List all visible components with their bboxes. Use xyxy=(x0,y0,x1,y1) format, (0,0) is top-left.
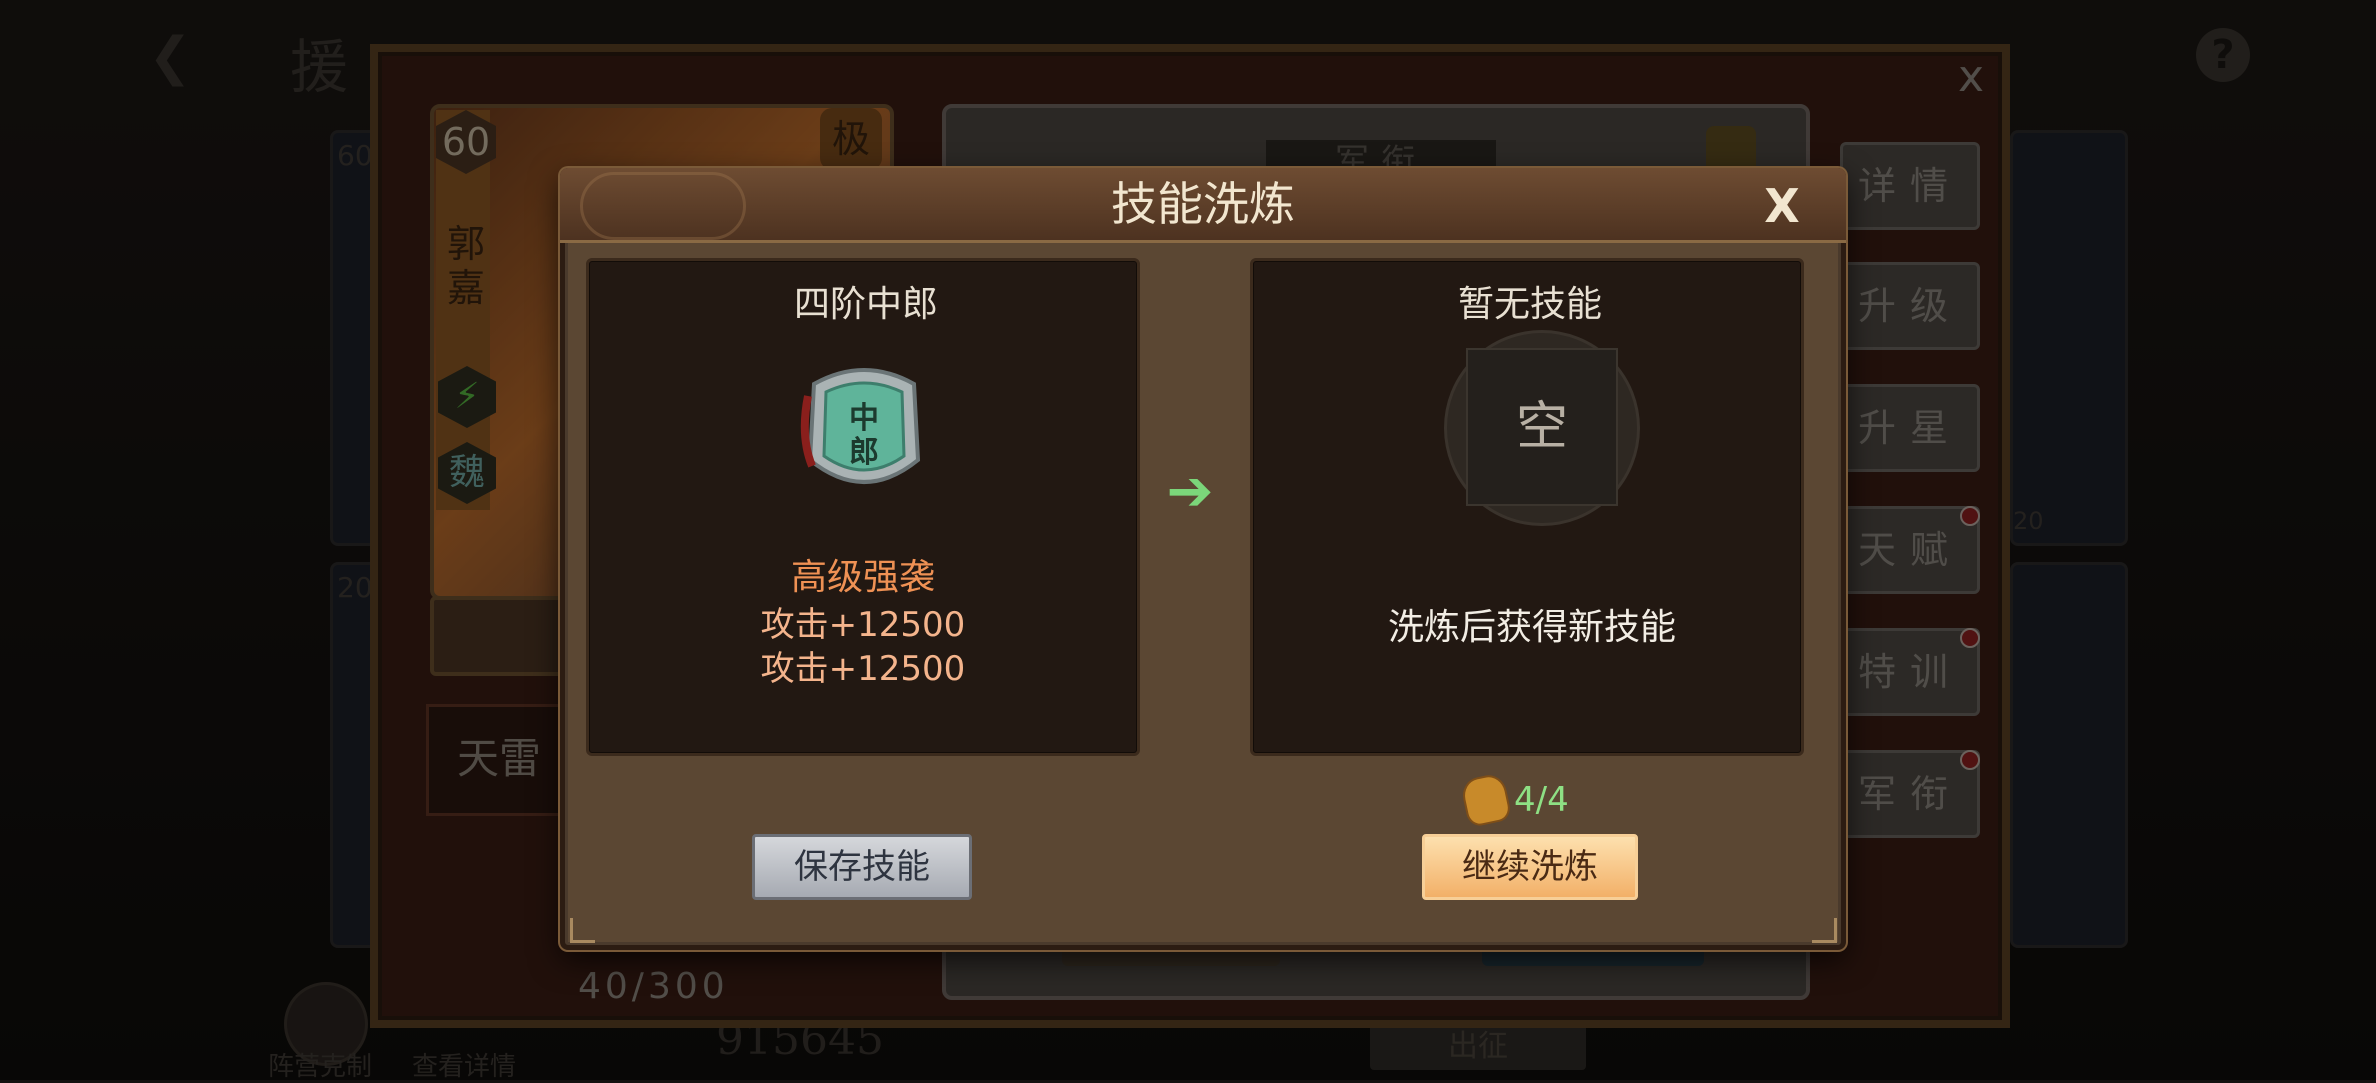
skill-attribute: 攻击+12500 xyxy=(760,605,966,645)
dialog-close-icon[interactable]: X xyxy=(1754,178,1810,234)
medal-text-top: 中 xyxy=(849,401,879,436)
medal-text-bottom: 郎 xyxy=(849,435,879,470)
current-rank-title: 四阶中郎 xyxy=(793,284,938,325)
skill-attribute: 攻击+12500 xyxy=(760,649,966,689)
continue-refine-button[interactable]: 继续洗炼 xyxy=(1422,834,1638,900)
corner-ornament xyxy=(1812,918,1837,943)
current-skill-name: 高级强袭 xyxy=(790,557,935,598)
arrow-right-icon: ➔ xyxy=(1166,459,1214,524)
dialog-title: 技能洗炼 xyxy=(1111,177,1295,231)
refine-count: 4/4 xyxy=(1514,780,1569,820)
rank-medal-icon: 中 郎 xyxy=(800,368,921,484)
refine-hint-text: 洗炼后获得新技能 xyxy=(1387,607,1676,648)
new-skill-title: 暂无技能 xyxy=(1457,284,1602,325)
empty-slot-label: 空 xyxy=(1515,397,1568,457)
save-skill-button[interactable]: 保存技能 xyxy=(752,834,972,900)
corner-ornament xyxy=(570,918,595,943)
